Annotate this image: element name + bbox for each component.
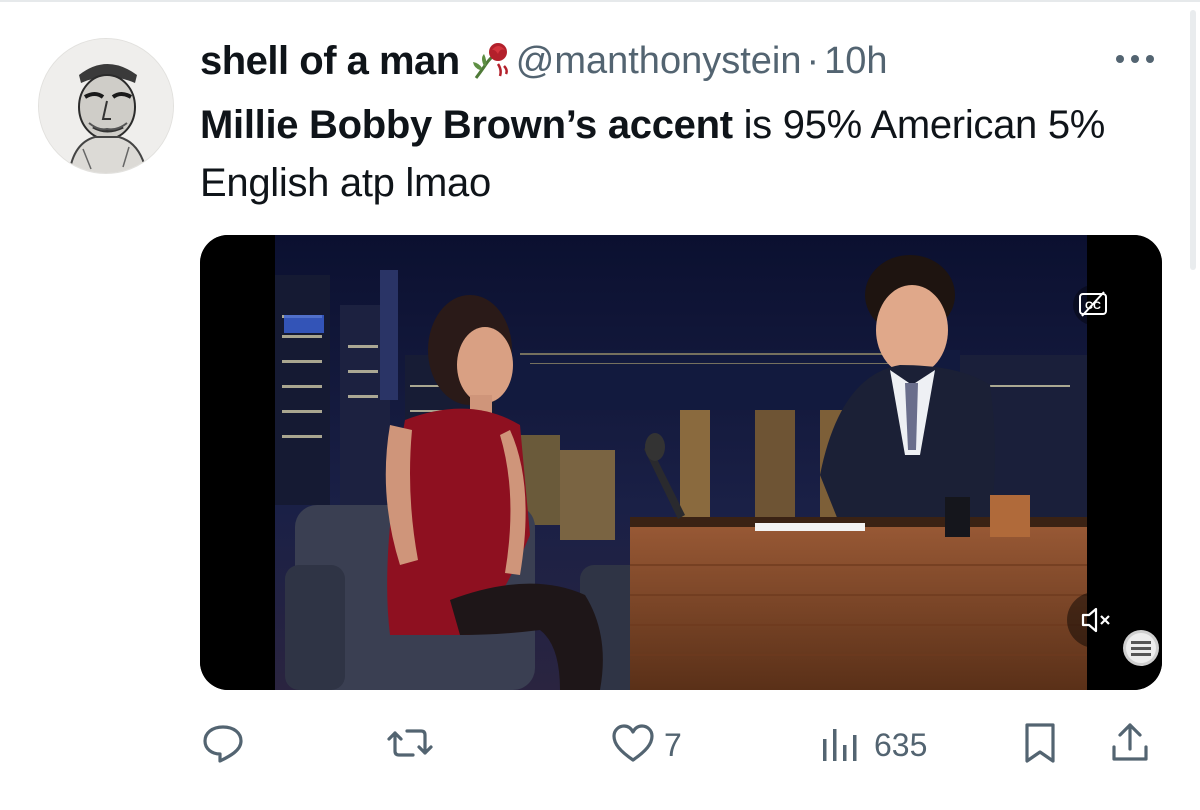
share-button[interactable] — [1108, 721, 1152, 770]
views-bar-icon — [818, 721, 866, 770]
closed-captions-icon[interactable]: CC — [1068, 283, 1118, 327]
tweet-text-space — [597, 103, 608, 147]
scrollbar[interactable] — [1190, 10, 1196, 270]
views-count: 635 — [874, 726, 928, 763]
share-icon — [1108, 721, 1152, 770]
avatar-sketch-image — [39, 39, 173, 173]
tweet-timestamp[interactable]: 10h — [824, 40, 887, 83]
reply-button[interactable] — [200, 723, 246, 767]
tweet-action-bar: 7 635 — [0, 705, 1200, 785]
top-divider — [0, 0, 1200, 2]
header-separator: · — [806, 39, 820, 82]
like-button[interactable]: 7 — [610, 723, 682, 767]
reply-icon — [200, 721, 246, 770]
heart-icon — [610, 721, 656, 770]
display-name[interactable]: shell of a man — [200, 39, 460, 84]
retweet-button[interactable] — [385, 723, 435, 767]
show-watermark-logo — [1122, 628, 1160, 668]
mute-toggle-icon[interactable] — [1065, 590, 1125, 650]
bookmark-icon — [1020, 721, 1060, 770]
author-handle[interactable]: @manthonystein — [516, 40, 802, 83]
tweet-text: Millie Bobby Brown’s accent is 95% Ameri… — [200, 96, 1120, 212]
video-player[interactable]: CC — [200, 235, 1162, 690]
tweet-text-bold-name: Millie Bobby Brown’s — [200, 103, 597, 147]
video-frame-image — [200, 235, 1162, 690]
tweet-header: shell of a man @manthonystein · 10h — [200, 38, 888, 84]
more-options-icon[interactable] — [1110, 44, 1160, 74]
bookmark-button[interactable] — [1020, 721, 1060, 770]
retweet-icon — [385, 721, 435, 770]
avatar[interactable] — [38, 38, 174, 174]
like-count: 7 — [664, 726, 682, 763]
wilted-rose-icon — [468, 40, 510, 82]
views-button[interactable]: 635 — [818, 723, 927, 767]
tweet-text-bold-accent: accent — [607, 103, 733, 147]
